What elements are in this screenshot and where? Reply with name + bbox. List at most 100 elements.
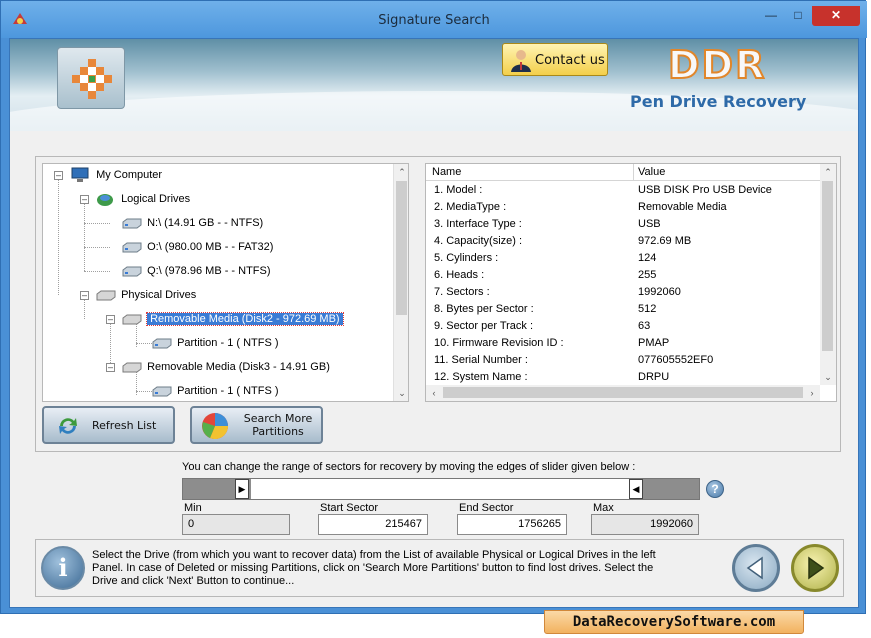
tree-node-physical-drives[interactable]: Physical Drives — [96, 286, 196, 304]
slider-end-handle[interactable]: ◀ — [629, 479, 643, 499]
table-row[interactable]: 6. Heads : 255 — [426, 267, 820, 284]
drive-tree[interactable]: – My Computer – Logical Drives N:\ (14.9… — [42, 163, 409, 402]
tree-line — [136, 343, 152, 344]
property-value: 972.69 MB — [638, 235, 692, 247]
tree-node-label: Physical Drives — [121, 289, 197, 301]
property-name: 9. Sector per Track : — [434, 320, 534, 332]
tree-scrollbar[interactable]: ⌃ ⌄ — [393, 164, 408, 401]
scroll-right-icon[interactable]: › — [804, 385, 820, 401]
tree-node-disk2[interactable]: Removable Media (Disk2 - 972.69 MB) — [122, 310, 344, 328]
drive-icon — [122, 218, 142, 229]
properties-grid[interactable]: Name Value 1. Model : USB DISK Pro USB De… — [425, 163, 837, 402]
sector-range-slider[interactable]: ▶ ◀ — [182, 478, 700, 500]
client-area: Contact us DDR Pen Drive Recovery – My C… — [9, 38, 859, 608]
property-value: DRPU — [638, 371, 670, 383]
back-button[interactable] — [732, 544, 780, 592]
grid-vertical-scrollbar[interactable]: ⌃ ⌄ — [820, 164, 836, 385]
tree-node-disk2-partition[interactable]: Partition - 1 ( NTFS ) — [152, 334, 279, 352]
scroll-down-icon[interactable]: ⌄ — [820, 369, 836, 385]
help-icon[interactable]: ? — [706, 480, 724, 498]
expander-icon[interactable]: – — [106, 315, 115, 324]
scroll-up-icon[interactable]: ⌃ — [394, 164, 408, 180]
expander-icon[interactable]: – — [80, 291, 89, 300]
end-sector-input[interactable]: 1756265 — [457, 514, 567, 535]
scroll-thumb[interactable] — [822, 181, 833, 351]
table-row[interactable]: 10. Firmware Revision ID : PMAP — [426, 335, 820, 352]
table-row[interactable]: 8. Bytes per Sector : 512 — [426, 301, 820, 318]
property-value: USB — [638, 218, 661, 230]
tree-node-disk3[interactable]: Removable Media (Disk3 - 14.91 GB) — [122, 358, 330, 376]
table-row[interactable]: 4. Capacity(size) : 972.69 MB — [426, 233, 820, 250]
table-row[interactable]: 11. Serial Number : 077605552EF0 — [426, 352, 820, 369]
window-title: Signature Search — [378, 13, 490, 28]
tree-node-label: O:\ (980.00 MB - - FAT32) — [147, 241, 274, 253]
table-row[interactable]: 12. System Name : DRPU — [426, 369, 820, 386]
column-header-value[interactable]: Value — [638, 166, 665, 178]
table-row[interactable]: 5. Cylinders : 124 — [426, 250, 820, 267]
tree-line — [136, 391, 152, 392]
brand-logo: DDR — [667, 42, 767, 88]
property-value: 1992060 — [638, 286, 681, 298]
drive-icon — [122, 242, 142, 253]
expander-icon[interactable]: – — [80, 195, 89, 204]
refresh-list-label: Refresh List — [92, 419, 157, 432]
scroll-thumb[interactable] — [396, 181, 407, 315]
instruction-text: Select the Drive (from which you want to… — [92, 549, 656, 587]
table-row[interactable]: 9. Sector per Track : 63 — [426, 318, 820, 335]
tree-node-logical-drives[interactable]: Logical Drives — [96, 190, 190, 208]
close-button[interactable]: ✕ — [812, 6, 860, 26]
tree-node-label-selected: Removable Media (Disk2 - 972.69 MB) — [146, 312, 344, 326]
refresh-list-button[interactable]: Refresh List — [42, 406, 175, 444]
title-bar[interactable]: Signature Search — □ ✕ — [1, 1, 867, 38]
table-row[interactable]: 1. Model : USB DISK Pro USB Device — [426, 182, 820, 199]
scroll-left-icon[interactable]: ‹ — [426, 385, 442, 401]
tree-node-my-computer[interactable]: My Computer — [71, 166, 162, 184]
property-value: PMAP — [638, 337, 670, 349]
property-name: 4. Capacity(size) : — [434, 235, 523, 247]
table-row[interactable]: 7. Sectors : 1992060 — [426, 284, 820, 301]
next-button[interactable] — [791, 544, 839, 592]
tree-line — [58, 179, 59, 295]
table-row[interactable]: 2. MediaType : Removable Media — [426, 199, 820, 216]
property-name: 8. Bytes per Sector : — [434, 303, 534, 315]
info-icon: i — [41, 546, 85, 590]
property-name: 5. Cylinders : — [434, 252, 499, 264]
column-header-name[interactable]: Name — [432, 166, 461, 178]
contact-us-label: Contact us — [535, 53, 605, 68]
grid-horizontal-scrollbar[interactable]: ‹ › — [426, 385, 820, 401]
table-row[interactable]: 3. Interface Type : USB — [426, 216, 820, 233]
partition-icon — [152, 338, 172, 349]
tree-node-drive-o[interactable]: O:\ (980.00 MB - - FAT32) — [122, 238, 273, 256]
tree-line — [84, 299, 85, 319]
start-sector-input[interactable]: 215467 — [318, 514, 428, 535]
tree-node-drive-q[interactable]: Q:\ (978.96 MB - - NTFS) — [122, 262, 271, 280]
header-banner: Contact us DDR Pen Drive Recovery — [10, 39, 858, 131]
checker-logo-icon — [72, 59, 112, 99]
tree-node-label: My Computer — [96, 169, 163, 181]
property-value: 512 — [638, 303, 657, 315]
tree-node-label: Logical Drives — [121, 193, 191, 205]
tree-node-label: N:\ (14.91 GB - - NTFS) — [147, 217, 264, 229]
logical-drives-icon — [97, 194, 113, 207]
scroll-thumb[interactable] — [443, 387, 803, 398]
tree-node-disk3-partition[interactable]: Partition - 1 ( NTFS ) — [152, 382, 279, 400]
property-name: 1. Model : — [434, 184, 483, 196]
minimize-button[interactable]: — — [758, 6, 784, 26]
tree-node-drive-n[interactable]: N:\ (14.91 GB - - NTFS) — [122, 214, 263, 232]
property-name: 7. Sectors : — [434, 286, 490, 298]
contact-us-button[interactable]: Contact us — [502, 43, 608, 76]
property-value: 077605552EF0 — [638, 354, 714, 366]
end-sector-label: End Sector — [459, 502, 514, 514]
property-name: 12. System Name : — [434, 371, 528, 383]
column-separator[interactable] — [633, 164, 634, 181]
scroll-down-icon[interactable]: ⌄ — [394, 385, 408, 401]
search-more-partitions-button[interactable]: Search More Partitions — [190, 406, 323, 444]
physical-drives-icon — [96, 290, 116, 301]
pie-chart-icon — [202, 413, 228, 439]
maximize-button[interactable]: □ — [785, 6, 811, 26]
slider-start-handle[interactable]: ▶ — [235, 479, 249, 499]
refresh-icon — [59, 418, 77, 434]
scroll-up-icon[interactable]: ⌃ — [820, 164, 836, 180]
expander-icon[interactable]: – — [106, 363, 115, 372]
expander-icon[interactable]: – — [54, 171, 63, 180]
